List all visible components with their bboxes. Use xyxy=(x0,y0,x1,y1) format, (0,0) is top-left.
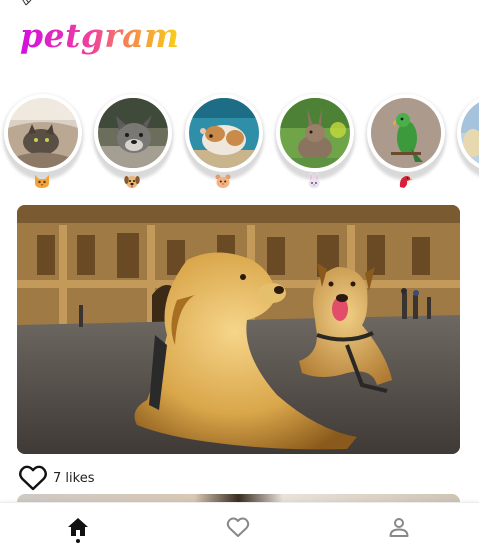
story-more[interactable] xyxy=(457,92,479,190)
hamster-face-icon xyxy=(215,174,231,188)
story-photo-dog[interactable] xyxy=(98,98,168,168)
story-photo-rabbit[interactable] xyxy=(280,98,350,168)
story-dogs[interactable] xyxy=(94,92,172,190)
nav-favorites[interactable] xyxy=(216,503,260,550)
likes-count: 7 likes xyxy=(53,470,95,486)
nav-home[interactable] xyxy=(56,503,100,550)
user-icon xyxy=(389,518,409,537)
story-photo-hamster[interactable] xyxy=(189,98,259,168)
like-heart-icon[interactable] xyxy=(18,464,48,492)
nav-user[interactable] xyxy=(377,503,421,550)
bottom-navbar xyxy=(0,502,479,550)
story-photo-cat[interactable] xyxy=(8,98,78,168)
parrot-icon xyxy=(399,176,413,188)
story-rabbits[interactable] xyxy=(276,92,354,190)
post-photo-dogs[interactable] xyxy=(17,205,460,454)
rabbit-face-icon xyxy=(308,173,320,189)
heart-outline-icon xyxy=(226,517,250,537)
active-indicator-dot xyxy=(76,539,80,543)
story-photo-parrot[interactable] xyxy=(371,98,441,168)
story-cats[interactable] xyxy=(4,92,82,190)
corner-mark-icon xyxy=(22,0,32,6)
cat-face-icon xyxy=(35,175,49,188)
stories-row xyxy=(0,92,479,192)
home-icon xyxy=(68,518,88,536)
app-logo[interactable]: petgram xyxy=(20,14,180,58)
likes-row: 7 likes xyxy=(18,464,94,492)
story-birds[interactable] xyxy=(367,92,445,190)
story-hamsters[interactable] xyxy=(185,92,263,190)
dog-face-icon xyxy=(124,176,140,188)
